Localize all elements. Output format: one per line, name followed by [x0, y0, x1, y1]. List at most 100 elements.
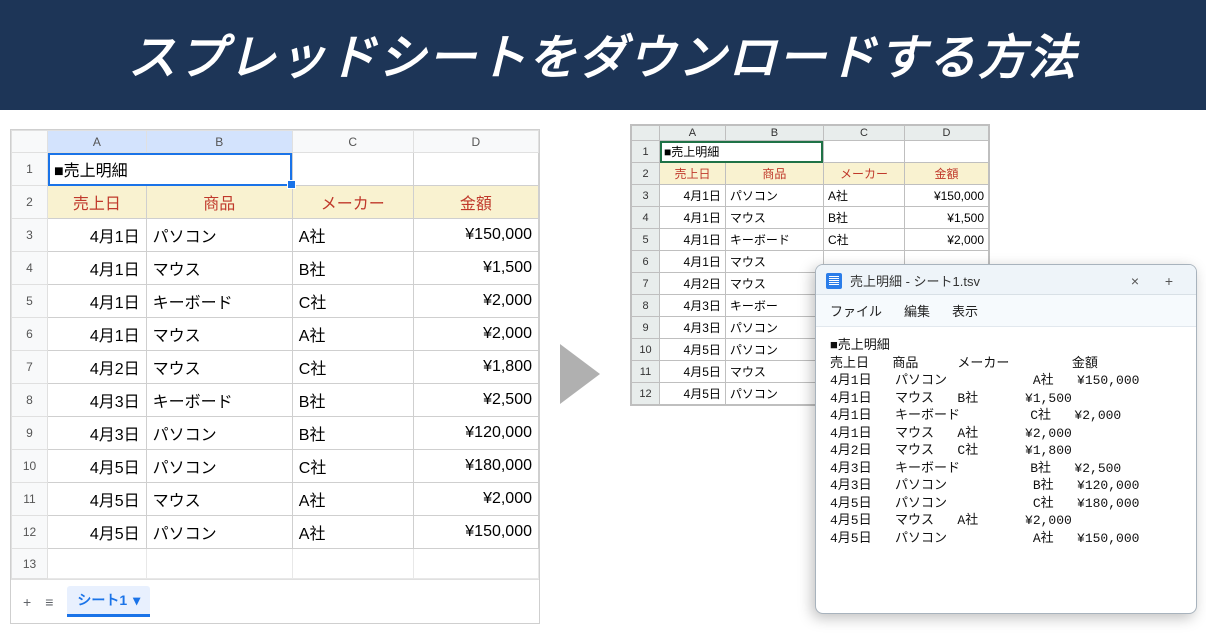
cell-amount[interactable]: ¥150,000 [413, 516, 538, 549]
cell-amount[interactable]: ¥1,500 [413, 252, 538, 285]
header-cell[interactable]: 金額 [905, 163, 989, 185]
cell-maker[interactable]: B社 [292, 252, 413, 285]
row-number[interactable]: 1 [632, 141, 660, 163]
header-cell[interactable]: 売上日 [48, 186, 147, 219]
cell-product[interactable]: マウス [146, 318, 292, 351]
cell-amount[interactable]: ¥2,000 [413, 483, 538, 516]
sheet-title-cell[interactable]: ■売上明細 [48, 153, 293, 186]
cell-maker[interactable]: C社 [292, 285, 413, 318]
cell-amount[interactable]: ¥120,000 [413, 417, 538, 450]
cell-date[interactable]: 4月1日 [660, 229, 726, 251]
cell-amount[interactable]: ¥2,500 [413, 384, 538, 417]
cell[interactable] [292, 153, 413, 186]
cell-date[interactable]: 4月1日 [48, 252, 147, 285]
cell[interactable] [146, 549, 292, 579]
row-number[interactable]: 6 [632, 251, 660, 273]
column-header[interactable]: D [905, 126, 989, 141]
row-number[interactable]: 5 [632, 229, 660, 251]
sheet-tab[interactable]: シート1 ▾ [67, 586, 150, 617]
cell-maker[interactable]: A社 [292, 516, 413, 549]
cell-maker[interactable]: C社 [292, 450, 413, 483]
row-number[interactable]: 7 [632, 273, 660, 295]
row-number[interactable]: 3 [12, 219, 48, 252]
chevron-down-icon[interactable]: ▾ [133, 592, 140, 609]
row-number[interactable]: 4 [12, 252, 48, 285]
notepad-text-area[interactable]: ■売上明細 売上日 商品 メーカー 金額 4月1日 パソコン A社 ¥150,0… [816, 327, 1196, 558]
menu-edit[interactable]: 編集 [904, 301, 930, 320]
cell-date[interactable]: 4月5日 [660, 361, 726, 383]
row-number[interactable]: 12 [632, 383, 660, 405]
row-number[interactable]: 7 [12, 351, 48, 384]
row-number[interactable]: 8 [632, 295, 660, 317]
header-cell[interactable]: 金額 [413, 186, 538, 219]
row-number[interactable]: 3 [632, 185, 660, 207]
cell-maker[interactable]: A社 [292, 318, 413, 351]
row-number[interactable]: 2 [12, 186, 48, 219]
header-cell[interactable]: 商品 [725, 163, 823, 185]
column-header[interactable]: B [725, 126, 823, 141]
row-number[interactable]: 9 [12, 417, 48, 450]
row-number[interactable]: 4 [632, 207, 660, 229]
header-cell[interactable]: メーカー [292, 186, 413, 219]
menu-view[interactable]: 表示 [952, 301, 978, 320]
cell[interactable] [413, 549, 538, 579]
cell-product[interactable]: マウス [725, 251, 823, 273]
cell-date[interactable]: 4月3日 [660, 295, 726, 317]
cell-maker[interactable]: B社 [823, 207, 904, 229]
cell-product[interactable]: キーボード [146, 285, 292, 318]
cell-amount[interactable]: ¥150,000 [905, 185, 989, 207]
row-number[interactable]: 5 [12, 285, 48, 318]
header-cell[interactable]: 商品 [146, 186, 292, 219]
cell-amount[interactable]: ¥2,000 [413, 318, 538, 351]
cell-product[interactable]: パソコン [146, 219, 292, 252]
cell-date[interactable]: 4月5日 [660, 339, 726, 361]
cell-date[interactable]: 4月3日 [48, 417, 147, 450]
cell[interactable] [48, 549, 147, 579]
cell-maker[interactable]: C社 [292, 351, 413, 384]
cell-product[interactable]: マウス [725, 207, 823, 229]
cell-date[interactable]: 4月1日 [48, 285, 147, 318]
cell-maker[interactable]: C社 [823, 229, 904, 251]
column-header[interactable]: D [413, 131, 538, 153]
header-cell[interactable]: メーカー [823, 163, 904, 185]
cell-product[interactable]: パソコン [146, 417, 292, 450]
cell-amount[interactable]: ¥2,000 [905, 229, 989, 251]
cell-amount[interactable]: ¥1,500 [905, 207, 989, 229]
row-number[interactable]: 2 [632, 163, 660, 185]
cell-date[interactable]: 4月1日 [660, 251, 726, 273]
column-header[interactable]: C [292, 131, 413, 153]
cell-amount[interactable]: ¥1,800 [413, 351, 538, 384]
column-header[interactable]: B [146, 131, 292, 153]
column-header[interactable]: A [48, 131, 147, 153]
row-number[interactable]: 11 [12, 483, 48, 516]
cell-product[interactable]: キーボード [146, 384, 292, 417]
cell-product[interactable]: パソコン [725, 383, 823, 405]
cell-product[interactable]: パソコン [725, 317, 823, 339]
cell-amount[interactable]: ¥150,000 [413, 219, 538, 252]
cell-date[interactable]: 4月1日 [660, 207, 726, 229]
cell[interactable] [823, 141, 904, 163]
row-number[interactable]: 12 [12, 516, 48, 549]
all-sheets-button[interactable]: ≡ [45, 594, 53, 610]
row-number[interactable]: 1 [12, 153, 48, 186]
cell-product[interactable]: マウス [725, 361, 823, 383]
cell-product[interactable]: パソコン [146, 450, 292, 483]
row-number[interactable]: 10 [632, 339, 660, 361]
cell-maker[interactable]: B社 [292, 417, 413, 450]
cell-date[interactable]: 4月5日 [48, 483, 147, 516]
cell-date[interactable]: 4月1日 [48, 318, 147, 351]
cell-amount[interactable]: ¥2,000 [413, 285, 538, 318]
menu-file[interactable]: ファイル [830, 301, 882, 320]
row-number[interactable]: 8 [12, 384, 48, 417]
sheet-title-cell[interactable]: ■売上明細 [660, 141, 824, 163]
column-header[interactable]: C [823, 126, 904, 141]
header-cell[interactable]: 売上日 [660, 163, 726, 185]
cell-product[interactable]: パソコン [725, 339, 823, 361]
cell-date[interactable]: 4月1日 [48, 219, 147, 252]
row-number[interactable]: 13 [12, 549, 48, 579]
cell-date[interactable]: 4月2日 [48, 351, 147, 384]
cell-date[interactable]: 4月1日 [660, 185, 726, 207]
cell[interactable] [905, 141, 989, 163]
cell-product[interactable]: マウス [146, 252, 292, 285]
cell-date[interactable]: 4月5日 [48, 450, 147, 483]
